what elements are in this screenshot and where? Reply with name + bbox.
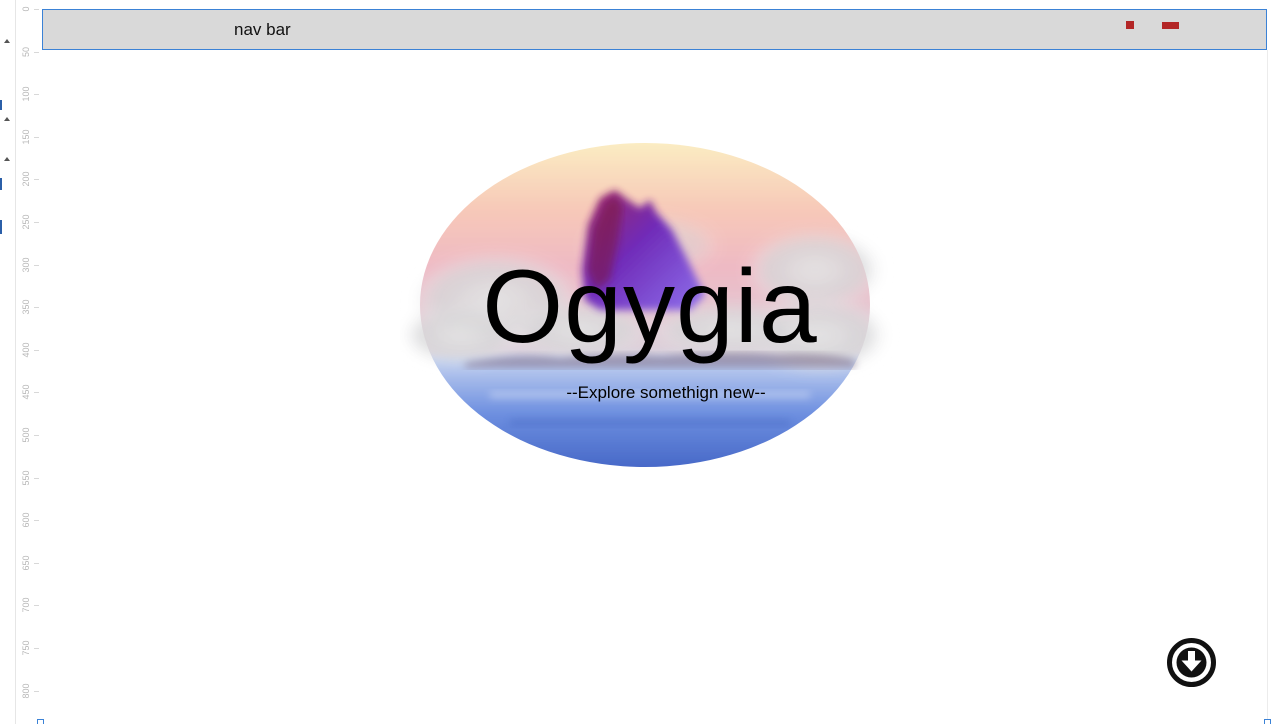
ruler-tick-label: 700 — [21, 597, 31, 613]
nav-bar-label: nav bar — [234, 20, 291, 39]
vertical-ruler: 0 50 100 150 200 250 300 350 400 450 500 550 600 650 7… — [0, 0, 40, 724]
selection-handle[interactable] — [1264, 719, 1271, 724]
ruler-tick-line — [34, 605, 39, 607]
ruler-tick-line — [34, 562, 39, 564]
ruler-tick-label: 550 — [21, 470, 31, 486]
ruler-tick-line — [34, 435, 39, 436]
ruler-tick-label: 150 — [21, 129, 31, 145]
ruler-tick-line — [34, 264, 39, 266]
ruler-accent — [0, 178, 2, 190]
ruler-accent — [0, 220, 2, 234]
ruler-tick-line — [34, 477, 39, 479]
ruler-tick-line — [34, 690, 39, 692]
ruler-tick-line — [34, 9, 39, 10]
ruler-tick-label: 0 — [21, 6, 31, 12]
selection-handle[interactable] — [37, 719, 44, 724]
ruler-tick-label: 50 — [21, 46, 31, 57]
hero-section: Ogygia --Explore somethign new-- — [400, 130, 900, 475]
ruler-marker[interactable] — [4, 157, 10, 161]
ruler-tick-label: 100 — [21, 86, 31, 102]
hero-title: Ogygia — [482, 249, 818, 365]
ruler-tick-label: 600 — [21, 512, 31, 528]
ruler-tick-line — [34, 136, 39, 138]
ruler-tick-label: 400 — [21, 342, 31, 358]
canvas-edge — [1267, 50, 1268, 722]
ruler-tick-line — [34, 392, 39, 394]
ruler-tick-line — [34, 222, 39, 223]
ruler-tick-line — [34, 349, 39, 351]
ruler-tick-label: 350 — [21, 299, 31, 315]
ruler-marker[interactable] — [4, 39, 10, 43]
ruler-tick-label: 250 — [21, 214, 31, 230]
ruler-marker[interactable] — [4, 117, 10, 121]
nav-bar[interactable]: nav bar — [42, 9, 1267, 50]
ruler-tick-line — [34, 94, 39, 96]
ruler-tick-label: 500 — [21, 427, 31, 443]
ruler-tick-line — [34, 51, 39, 53]
nav-mark-square[interactable] — [1126, 21, 1134, 29]
nav-mark-bar[interactable] — [1162, 22, 1179, 29]
canvas-page: 0 50 100 150 200 250 300 350 400 450 500 550 600 650 7… — [0, 0, 1282, 724]
ruler-tick-label: 750 — [21, 640, 31, 656]
ruler-tick-label: 200 — [21, 171, 31, 187]
scroll-down-button[interactable] — [1166, 637, 1217, 688]
ruler-tick-label: 300 — [21, 257, 31, 273]
hero-subtitle: --Explore somethign new-- — [566, 383, 766, 402]
ruler-tick-line — [34, 648, 39, 649]
ruler-tick-line — [34, 307, 39, 309]
ruler-tick-label: 800 — [21, 683, 31, 699]
ruler-tick-line — [34, 520, 39, 522]
ruler-accent — [0, 100, 2, 110]
ruler-tick-line — [34, 179, 39, 181]
ruler-tick-label: 450 — [21, 384, 31, 400]
arrow-down-circle-icon — [1167, 638, 1216, 687]
ruler-tick-label: 650 — [21, 555, 31, 571]
